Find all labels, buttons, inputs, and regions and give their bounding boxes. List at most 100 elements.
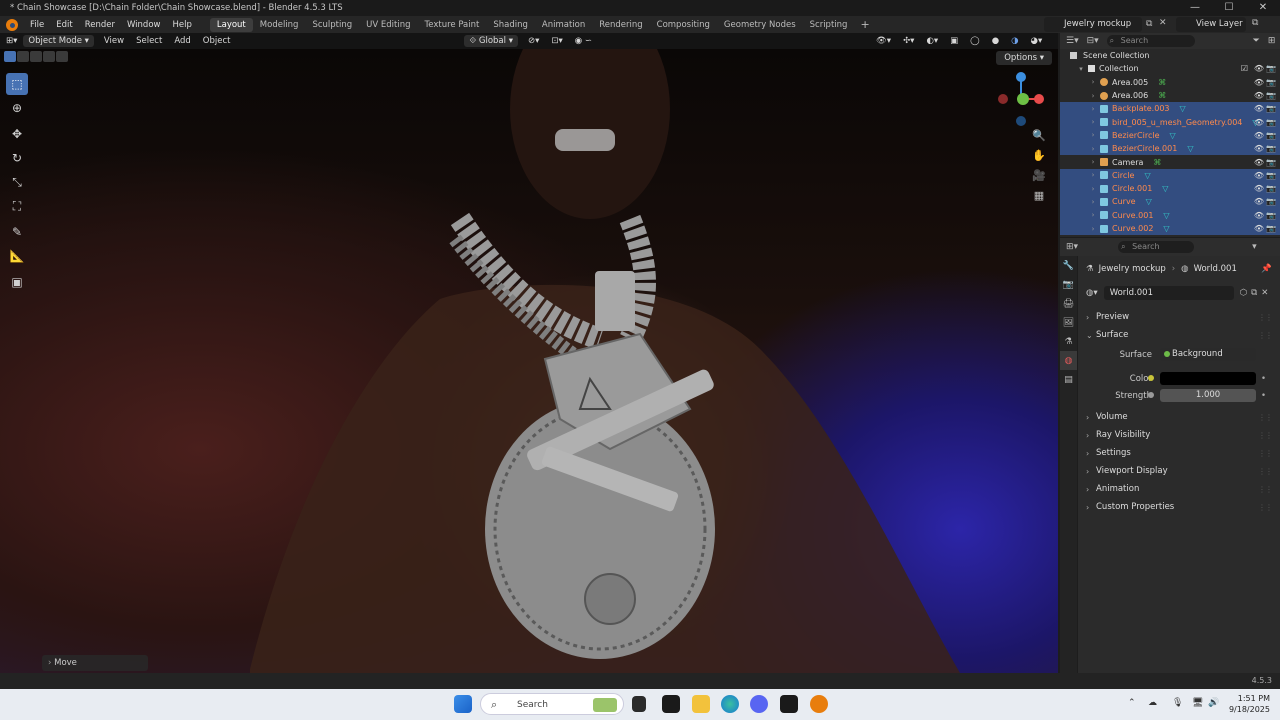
world-browse-icon[interactable]: ◍▾ bbox=[1086, 288, 1098, 298]
panel-animation[interactable]: › Animation ⋮⋮ bbox=[1078, 480, 1280, 498]
orientation-dropdown[interactable]: ⟐ Global ▾ bbox=[464, 35, 518, 47]
shading-wireframe-icon[interactable]: ◯ bbox=[964, 36, 986, 46]
curve-data-icon[interactable]: ▽ bbox=[1144, 171, 1150, 180]
onedrive-icon[interactable]: ☁ bbox=[1148, 698, 1157, 708]
visibility-eye-icon[interactable]: 👁 bbox=[1254, 211, 1264, 220]
collection-tab-icon[interactable]: ▤ bbox=[1060, 370, 1077, 389]
drag-handle-icon[interactable]: ⋮⋮ bbox=[1258, 485, 1273, 494]
expand-item-icon[interactable]: › bbox=[1088, 225, 1098, 233]
gizmo-y-axis[interactable] bbox=[1017, 93, 1029, 105]
visibility-icon[interactable]: 👁▾ bbox=[870, 36, 897, 46]
expand-item-icon[interactable]: › bbox=[1088, 105, 1098, 113]
capcut-icon[interactable] bbox=[662, 695, 680, 713]
panel-surface[interactable]: ⌄ Surface ⋮⋮ bbox=[1078, 326, 1280, 344]
collection-render-icon[interactable]: 📷 bbox=[1266, 64, 1276, 73]
color-swatch[interactable] bbox=[1148, 372, 1256, 385]
render-visibility-icon[interactable]: 📷 bbox=[1266, 184, 1276, 193]
render-visibility-icon[interactable]: 📷 bbox=[1266, 91, 1276, 100]
tab-rendering[interactable]: Rendering bbox=[592, 18, 649, 32]
world-tab-icon[interactable]: ◍ bbox=[1060, 351, 1077, 370]
outliner-editor-icon[interactable]: ☰▾ bbox=[1060, 36, 1079, 46]
visibility-eye-icon[interactable]: 👁 bbox=[1254, 197, 1264, 206]
view-layer-tab-icon[interactable]: 🖼 bbox=[1060, 313, 1077, 332]
outliner-row-collection[interactable]: ▾ Collection ☑ 👁 📷 bbox=[1060, 62, 1280, 75]
output-tab-icon[interactable]: 🖨 bbox=[1060, 294, 1077, 313]
curve-data-icon[interactable]: ▽ bbox=[1163, 224, 1169, 233]
world-name-field[interactable]: World.001 bbox=[1103, 286, 1234, 300]
outliner-row[interactable]: › Backplate.003 ▽ 👁 📷 bbox=[1060, 102, 1280, 116]
snap-icon[interactable]: ⊡▾ bbox=[545, 36, 568, 46]
cursor-tool-icon[interactable]: ⊕ bbox=[6, 97, 28, 119]
navigation-gizmo[interactable] bbox=[996, 71, 1046, 127]
menu-object[interactable]: Object bbox=[197, 36, 237, 46]
menu-view[interactable]: View bbox=[98, 36, 130, 46]
tab-layout[interactable]: Layout bbox=[209, 17, 253, 32]
zoom-icon[interactable]: 🔍 bbox=[1030, 129, 1048, 149]
move-tool-icon[interactable]: ✥ bbox=[6, 123, 28, 145]
scene-tab-icon[interactable]: ⚗ bbox=[1060, 332, 1077, 351]
outliner-row[interactable]: › BezierCircle ▽ 👁 📷 bbox=[1060, 128, 1280, 143]
pivot-icon[interactable]: ⊘▾ bbox=[522, 36, 545, 46]
view-layer-selector[interactable]: View Layer bbox=[1176, 17, 1246, 32]
tab-geometry-nodes[interactable]: Geometry Nodes bbox=[717, 18, 803, 32]
tab-texture-paint[interactable]: Texture Paint bbox=[418, 18, 487, 32]
pin-icon[interactable]: 📌 bbox=[1261, 264, 1272, 274]
curve-data-icon[interactable]: ▽ bbox=[1187, 144, 1193, 153]
filter-icon[interactable]: ⏷ bbox=[1253, 36, 1260, 46]
gizmo-x-axis[interactable] bbox=[1034, 94, 1044, 104]
annotate-tool-icon[interactable]: ✎ bbox=[6, 221, 28, 243]
visibility-eye-icon[interactable]: 👁 bbox=[1254, 91, 1264, 100]
shading-rendered-icon[interactable]: ◕▾ bbox=[1025, 36, 1049, 46]
tab-modeling[interactable]: Modeling bbox=[253, 18, 306, 32]
gizmo-neg-x-axis[interactable] bbox=[998, 94, 1008, 104]
expand-item-icon[interactable]: › bbox=[1088, 78, 1098, 86]
mesh-data-icon[interactable]: ▽ bbox=[1180, 104, 1186, 113]
menu-file[interactable]: File bbox=[24, 20, 50, 30]
select-extend-icon[interactable] bbox=[17, 51, 29, 62]
camera-data-icon[interactable]: ⌘ bbox=[1153, 158, 1161, 167]
show-hidden-icons[interactable]: ⌃ bbox=[1128, 698, 1136, 708]
scale-tool-icon[interactable]: ⤡ bbox=[6, 171, 28, 193]
menu-add[interactable]: Add bbox=[168, 36, 196, 46]
last-operator-panel[interactable]: › Move bbox=[42, 655, 148, 671]
outliner-row[interactable]: › Circle.001 ▽ 👁 📷 bbox=[1060, 181, 1280, 196]
tab-compositing[interactable]: Compositing bbox=[650, 18, 717, 32]
new-collection-icon[interactable]: ⊞ bbox=[1268, 36, 1276, 46]
outliner-row[interactable]: › Curve.002 ▽ 👁 📷 bbox=[1060, 221, 1280, 236]
visibility-eye-icon[interactable]: 👁 bbox=[1254, 78, 1264, 87]
shading-solid-icon[interactable]: ● bbox=[986, 36, 1005, 46]
drag-handle-icon[interactable]: ⋮⋮ bbox=[1258, 413, 1273, 422]
add-workspace-button[interactable]: + bbox=[854, 18, 875, 31]
render-visibility-icon[interactable]: 📷 bbox=[1266, 224, 1276, 233]
shading-material-icon[interactable]: ◑ bbox=[1005, 36, 1024, 46]
select-new-icon[interactable] bbox=[4, 51, 16, 62]
windows-start-icon[interactable] bbox=[454, 695, 472, 713]
tab-animation[interactable]: Animation bbox=[535, 18, 592, 32]
light-data-icon[interactable]: ⌘ bbox=[1158, 91, 1166, 100]
visibility-eye-icon[interactable]: 👁 bbox=[1254, 158, 1264, 167]
tab-shading[interactable]: Shading bbox=[486, 18, 535, 32]
render-visibility-icon[interactable]: 📷 bbox=[1266, 144, 1276, 153]
transform-tool-icon[interactable]: ⛶ bbox=[6, 195, 28, 217]
new-view-layer-icon[interactable]: ⧉ bbox=[1252, 18, 1258, 28]
gizmo-toggle-icon[interactable]: ✣▾ bbox=[897, 36, 920, 46]
render-visibility-icon[interactable]: 📷 bbox=[1266, 131, 1276, 140]
edge-browser-icon[interactable] bbox=[721, 695, 739, 713]
menu-edit[interactable]: Edit bbox=[50, 20, 78, 30]
proportional-edit-icon[interactable]: ◉ ∽ bbox=[569, 36, 598, 46]
maximize-button[interactable]: ☐ bbox=[1212, 0, 1246, 16]
panel-ray-visibility[interactable]: › Ray Visibility ⋮⋮ bbox=[1078, 426, 1280, 444]
collection-visibility-icon[interactable]: 👁 bbox=[1254, 64, 1264, 73]
keyframe-dot-icon[interactable]: • bbox=[1261, 391, 1266, 401]
menu-render[interactable]: Render bbox=[79, 20, 121, 30]
curve-data-icon[interactable]: ▽ bbox=[1170, 131, 1176, 140]
new-scene-icon[interactable]: ⧉ bbox=[1146, 19, 1152, 29]
options-dropdown[interactable]: Options ▾ bbox=[996, 51, 1052, 65]
drag-handle-icon[interactable]: ⋮⋮ bbox=[1258, 467, 1273, 476]
panel-settings[interactable]: › Settings ⋮⋮ bbox=[1078, 444, 1280, 462]
render-visibility-icon[interactable]: 📷 bbox=[1266, 158, 1276, 167]
tab-scripting[interactable]: Scripting bbox=[803, 18, 855, 32]
render-tab-icon[interactable]: 📷 bbox=[1060, 275, 1077, 294]
outliner-row[interactable]: › Curve ▽ 👁 📷 bbox=[1060, 195, 1280, 209]
drag-handle-icon[interactable]: ⋮⋮ bbox=[1258, 449, 1273, 458]
